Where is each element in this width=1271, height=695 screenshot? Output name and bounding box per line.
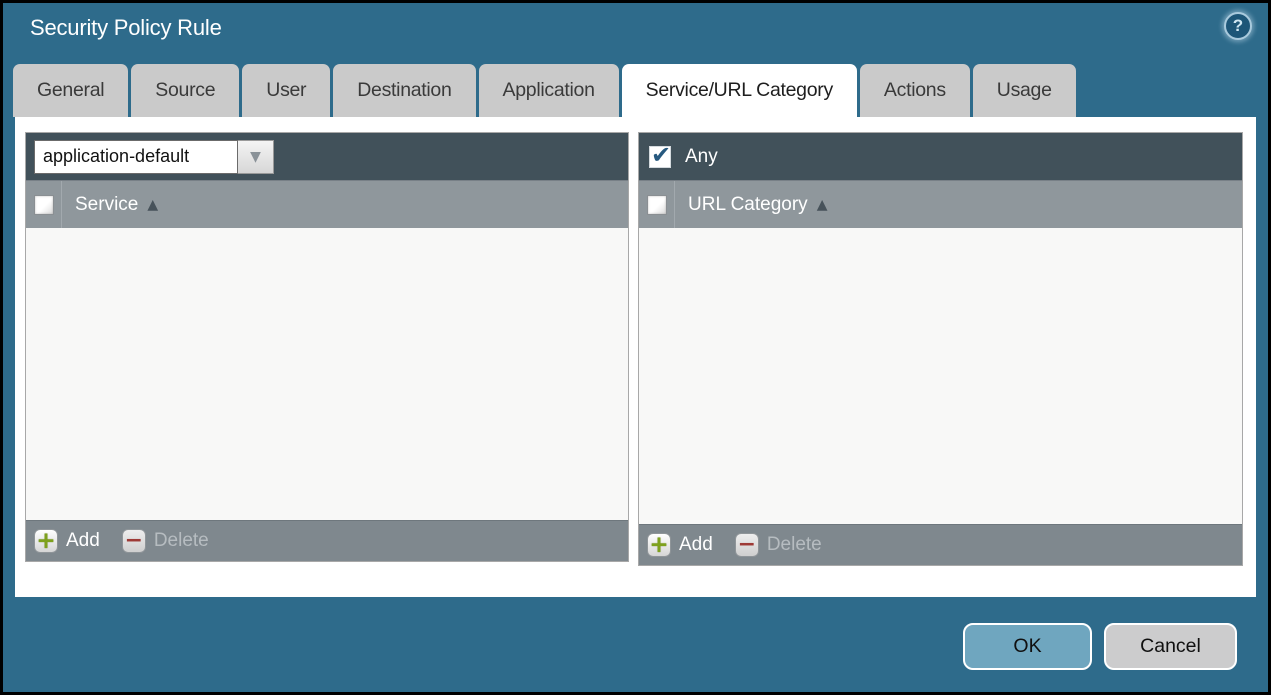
url-category-panel-header: ✔ Any — [639, 133, 1242, 180]
url-category-panel: ✔ Any URL Category ▲ + Add − Delete — [638, 132, 1243, 566]
add-icon: + — [36, 528, 56, 554]
service-type-input[interactable] — [34, 139, 238, 174]
tab-actions[interactable]: Actions — [859, 64, 970, 117]
service-column-label: Service — [75, 193, 139, 215]
url-category-add-label: Add — [679, 534, 713, 555]
help-icon[interactable]: ? — [1224, 12, 1252, 40]
ok-button[interactable]: OK — [963, 623, 1092, 670]
any-label: Any — [685, 145, 718, 167]
url-category-select-all-checkbox[interactable] — [646, 194, 667, 215]
url-category-column-label-cell[interactable]: URL Category ▲ — [674, 181, 1242, 228]
service-add-button[interactable]: + Add — [34, 529, 100, 553]
service-column-header: Service ▲ — [26, 180, 628, 228]
url-category-column-label: URL Category — [688, 193, 808, 215]
service-type-combobox: ▼ — [34, 139, 274, 174]
service-list-body — [26, 228, 628, 520]
service-type-dropdown-button[interactable]: ▼ — [238, 139, 274, 174]
service-add-label: Add — [66, 530, 100, 551]
tab-general[interactable]: General — [13, 64, 129, 117]
url-category-column-header: URL Category ▲ — [639, 180, 1242, 228]
sort-ascending-icon: ▲ — [816, 196, 828, 213]
security-policy-rule-dialog: Security Policy Rule ? General Source Us… — [0, 0, 1271, 695]
delete-icon: − — [737, 532, 757, 557]
chevron-down-icon: ▼ — [250, 148, 261, 165]
delete-icon: − — [124, 528, 144, 553]
tab-service-url-category[interactable]: Service/URL Category — [621, 64, 857, 117]
checkmark-icon: ✔ — [651, 140, 672, 169]
sort-ascending-icon: ▲ — [147, 196, 159, 213]
url-category-delete-label: Delete — [766, 534, 822, 555]
service-column-label-cell[interactable]: Service ▲ — [61, 181, 628, 228]
service-panel-footer: + Add − Delete — [26, 520, 628, 561]
service-select-all-checkbox[interactable] — [33, 194, 54, 215]
any-checkbox[interactable]: ✔ — [649, 141, 671, 169]
tab-usage[interactable]: Usage — [972, 64, 1076, 117]
cancel-button[interactable]: Cancel — [1104, 623, 1237, 670]
url-category-add-button[interactable]: + Add — [647, 533, 713, 557]
tab-user[interactable]: User — [242, 64, 331, 117]
service-delete-button[interactable]: − Delete — [121, 528, 209, 553]
tab-application[interactable]: Application — [478, 64, 619, 117]
tab-source[interactable]: Source — [131, 64, 240, 117]
url-category-panel-footer: + Add − Delete — [639, 524, 1242, 565]
url-category-list-body — [639, 228, 1242, 524]
tab-bar: General Source User Destination Applicat… — [13, 64, 1076, 117]
tab-destination[interactable]: Destination — [333, 64, 476, 117]
service-panel-header: ▼ — [26, 133, 628, 180]
dialog-title: Security Policy Rule — [30, 15, 222, 40]
service-delete-label: Delete — [153, 530, 209, 551]
service-panel: ▼ Service ▲ + Add − Delete — [25, 132, 629, 562]
add-icon: + — [649, 532, 669, 558]
url-category-delete-button[interactable]: − Delete — [734, 532, 822, 557]
